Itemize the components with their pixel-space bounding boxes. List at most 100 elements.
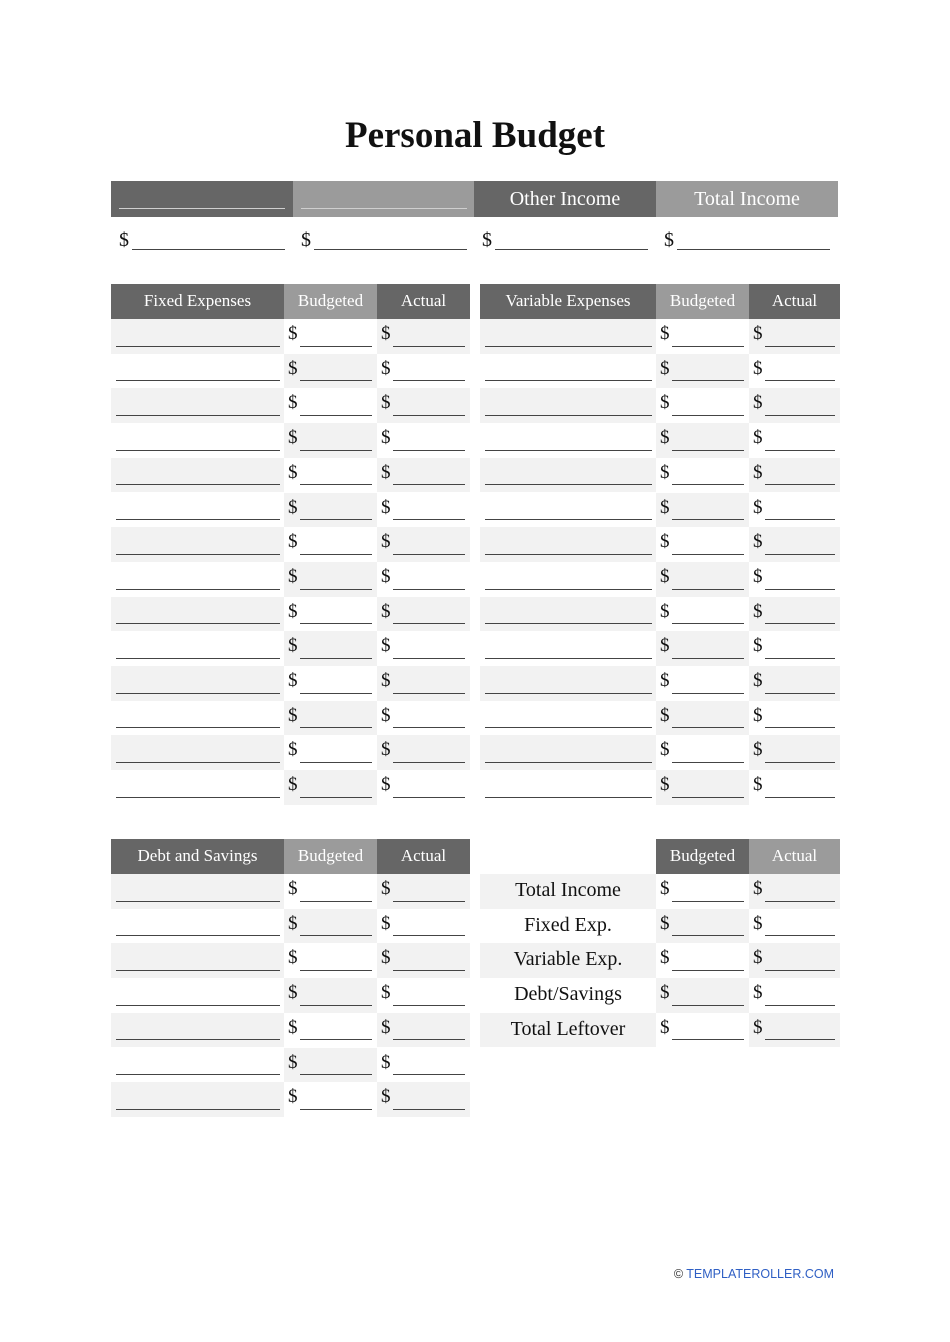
item-name-field[interactable] <box>111 457 284 493</box>
item-name-field[interactable] <box>111 1082 284 1117</box>
actual-field[interactable]: $ <box>377 874 470 909</box>
budgeted-field[interactable]: $ <box>656 319 749 354</box>
actual-field[interactable]: $ <box>749 770 840 805</box>
budgeted-field[interactable]: $ <box>284 908 377 944</box>
actual-field[interactable]: $ <box>749 457 840 493</box>
amount-blank[interactable] <box>495 249 648 250</box>
actual-field[interactable]: $ <box>377 1012 470 1048</box>
item-name-field[interactable] <box>480 423 656 458</box>
budgeted-field[interactable]: $ <box>656 492 749 528</box>
actual-field[interactable]: $ <box>749 631 840 666</box>
income-label-blank[interactable] <box>119 208 285 209</box>
item-name-field[interactable] <box>111 527 284 562</box>
item-name-field[interactable] <box>111 1048 284 1083</box>
actual-field[interactable]: $ <box>749 874 840 909</box>
budgeted-field[interactable]: $ <box>284 388 377 423</box>
item-name-field[interactable] <box>111 666 284 701</box>
budgeted-field[interactable]: $ <box>284 700 377 736</box>
actual-field[interactable]: $ <box>377 666 470 701</box>
item-name-field[interactable] <box>111 354 284 389</box>
income-label-blank[interactable] <box>301 208 467 209</box>
actual-field[interactable]: $ <box>377 527 470 562</box>
actual-field[interactable]: $ <box>377 978 470 1013</box>
budgeted-field[interactable]: $ <box>656 631 749 666</box>
item-name-field[interactable] <box>480 457 656 493</box>
footer-link[interactable]: TEMPLATEROLLER.COM <box>686 1267 834 1281</box>
actual-field[interactable]: $ <box>377 493 470 528</box>
actual-field[interactable]: $ <box>377 354 470 389</box>
item-name-field[interactable] <box>111 1012 284 1048</box>
item-name-field[interactable] <box>480 596 656 632</box>
actual-field[interactable]: $ <box>377 457 470 493</box>
item-name-field[interactable] <box>111 909 284 944</box>
budgeted-field[interactable]: $ <box>656 908 749 944</box>
budgeted-field[interactable]: $ <box>656 458 749 493</box>
budgeted-field[interactable]: $ <box>656 735 749 770</box>
actual-field[interactable]: $ <box>377 631 470 666</box>
item-name-field[interactable] <box>480 701 656 736</box>
actual-field[interactable]: $ <box>377 562 470 597</box>
item-name-field[interactable] <box>480 527 656 562</box>
actual-field[interactable]: $ <box>749 423 840 458</box>
budgeted-field[interactable]: $ <box>284 770 377 805</box>
budgeted-field[interactable]: $ <box>656 770 749 805</box>
item-name-field[interactable] <box>480 666 656 701</box>
amount-blank[interactable] <box>677 249 830 250</box>
actual-field[interactable]: $ <box>749 388 840 424</box>
budgeted-field[interactable]: $ <box>284 527 377 562</box>
actual-field[interactable]: $ <box>749 527 840 562</box>
actual-field[interactable]: $ <box>377 943 470 979</box>
actual-field[interactable]: $ <box>749 701 840 736</box>
budgeted-field[interactable]: $ <box>284 458 377 493</box>
item-name-field[interactable] <box>111 319 284 354</box>
actual-field[interactable]: $ <box>377 423 470 458</box>
budgeted-field[interactable]: $ <box>284 423 377 458</box>
actual-field[interactable]: $ <box>749 735 840 771</box>
budgeted-field[interactable]: $ <box>284 735 377 770</box>
budgeted-field[interactable]: $ <box>656 353 749 389</box>
income-amount-field[interactable]: $ <box>656 226 838 254</box>
item-name-field[interactable] <box>480 319 656 354</box>
budgeted-field[interactable]: $ <box>284 978 377 1013</box>
item-name-field[interactable] <box>111 735 284 771</box>
actual-field[interactable]: $ <box>377 1082 470 1117</box>
item-name-field[interactable] <box>111 943 284 979</box>
actual-field[interactable]: $ <box>749 319 840 354</box>
budgeted-field[interactable]: $ <box>284 943 377 978</box>
item-name-field[interactable] <box>480 770 656 805</box>
item-name-field[interactable] <box>111 701 284 736</box>
item-name-field[interactable] <box>480 354 656 389</box>
item-name-field[interactable] <box>480 631 656 666</box>
actual-field[interactable]: $ <box>749 909 840 944</box>
budgeted-field[interactable]: $ <box>656 561 749 597</box>
budgeted-field[interactable]: $ <box>656 597 749 632</box>
item-name-field[interactable] <box>480 735 656 771</box>
budgeted-field[interactable]: $ <box>656 1013 749 1048</box>
actual-field[interactable]: $ <box>749 596 840 632</box>
budgeted-field[interactable]: $ <box>284 874 377 909</box>
budgeted-field[interactable]: $ <box>284 561 377 597</box>
budgeted-field[interactable]: $ <box>656 700 749 736</box>
budgeted-field[interactable]: $ <box>656 874 749 909</box>
actual-field[interactable]: $ <box>377 770 470 805</box>
item-name-field[interactable] <box>111 596 284 632</box>
actual-field[interactable]: $ <box>377 319 470 354</box>
footer-credit[interactable]: © TEMPLATEROLLER.COM <box>674 1267 834 1281</box>
budgeted-field[interactable]: $ <box>284 353 377 389</box>
budgeted-field[interactable]: $ <box>284 597 377 632</box>
amount-blank[interactable] <box>314 249 467 250</box>
item-name-field[interactable] <box>111 388 284 424</box>
item-name-field[interactable] <box>111 978 284 1013</box>
actual-field[interactable]: $ <box>377 596 470 632</box>
budgeted-field[interactable]: $ <box>656 527 749 562</box>
budgeted-field[interactable]: $ <box>284 666 377 701</box>
actual-field[interactable]: $ <box>749 562 840 597</box>
actual-field[interactable]: $ <box>749 666 840 701</box>
income-amount-field[interactable]: $ <box>293 226 475 254</box>
income-header-1[interactable] <box>111 181 293 217</box>
actual-field[interactable]: $ <box>377 701 470 736</box>
actual-field[interactable]: $ <box>749 1012 840 1048</box>
item-name-field[interactable] <box>111 562 284 597</box>
budgeted-field[interactable]: $ <box>284 492 377 528</box>
income-amount-field[interactable]: $ <box>111 226 293 254</box>
